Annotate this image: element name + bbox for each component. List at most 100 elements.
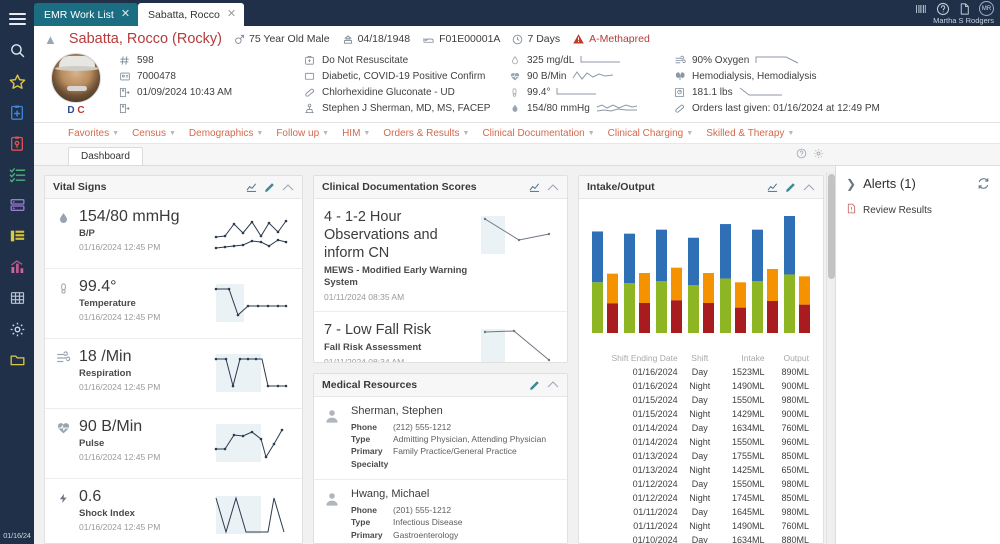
table-row[interactable]: 01/14/2024Night1550ML960ML: [589, 435, 813, 449]
settings-gear-icon[interactable]: [4, 316, 30, 342]
edit-pencil-icon[interactable]: [264, 181, 276, 193]
patient-treatment-column: 90% Oxygen Hemodialysis, Hemodialysis: [673, 53, 990, 116]
blood-drop-icon: [508, 103, 521, 114]
trend-chart-icon[interactable]: [528, 182, 541, 193]
server-rack-icon[interactable]: [4, 192, 30, 218]
trend-chart-icon[interactable]: [766, 182, 779, 193]
menu-item-demographics[interactable]: Demographics▼: [189, 128, 263, 139]
respiration-icon: [673, 55, 686, 66]
table-row[interactable]: 01/13/2024Day1755ML850ML: [589, 449, 813, 463]
search-icon[interactable]: [4, 37, 30, 63]
table-row[interactable]: 01/12/2024Day1550ML980ML: [589, 477, 813, 491]
trend-chart-icon[interactable]: [245, 182, 258, 193]
gear-icon[interactable]: [813, 148, 824, 159]
table-row[interactable]: 01/15/2024Day1550ML980ML: [589, 393, 813, 407]
patient-discharge-datetime: [118, 101, 293, 116]
table-row[interactable]: 01/11/2024Day1645ML980ML: [589, 505, 813, 519]
menu-item-follow-up[interactable]: Follow up▼: [276, 128, 329, 139]
table-row[interactable]: 01/16/2024Day1523ML890ML: [589, 365, 813, 379]
blood-drop-icon: [55, 208, 71, 226]
edit-pencil-icon[interactable]: [529, 379, 541, 391]
patient-dob: 04/18/1948: [342, 33, 411, 45]
vital-row-shock-index[interactable]: 0.6 Shock Index 01/16/2024 12:45 PM: [45, 479, 302, 544]
tab-patient-sabatta[interactable]: Sabatta, Rocco ✕: [138, 3, 244, 26]
grid-yellow-icon[interactable]: [4, 223, 30, 249]
table-row[interactable]: 01/11/2024Night1490ML760ML: [589, 519, 813, 533]
kidney-icon: [673, 71, 686, 82]
collapse-chevron-icon[interactable]: [547, 380, 559, 389]
edit-pencil-icon[interactable]: [785, 181, 797, 193]
cell-output: 960ML: [769, 435, 813, 449]
folder-icon[interactable]: [4, 347, 30, 373]
vital-row-pulse[interactable]: 90 B/Min Pulse 01/16/2024 12:45 PM: [45, 409, 302, 479]
page-title: Sabatta, Rocco (Rocky): [69, 31, 222, 47]
resource-name: Hwang, Michael: [351, 488, 557, 500]
help-icon[interactable]: [935, 1, 950, 16]
table-row[interactable]: 01/16/2024Night1490ML900ML: [589, 379, 813, 393]
refresh-icon[interactable]: [977, 177, 990, 190]
allergy-alert[interactable]: A-Methapred: [572, 33, 650, 45]
rail-date: 01/16/24: [0, 531, 34, 540]
table-row[interactable]: 01/13/2024Night1425ML650ML: [589, 463, 813, 477]
table-row[interactable]: 01/10/2024Day1634ML880ML: [589, 533, 813, 544]
help-icon[interactable]: [796, 148, 807, 159]
favorites-star-icon[interactable]: [4, 68, 30, 94]
menu-icon[interactable]: [4, 6, 30, 32]
menu-item-clinical-charging[interactable]: Clinical Charging▼: [608, 128, 694, 139]
fall-risk-trend-chart: [477, 321, 557, 363]
document-icon[interactable]: [957, 1, 972, 16]
collapse-chevron-icon[interactable]: [282, 183, 294, 192]
close-icon[interactable]: ✕: [121, 9, 130, 20]
pill-icon: [673, 103, 686, 114]
barcode-icon[interactable]: [913, 1, 928, 16]
cell-output: 900ML: [769, 379, 813, 393]
board-scrollbar[interactable]: [826, 172, 835, 544]
table-grid-icon[interactable]: [4, 285, 30, 311]
score-timestamp: 01/11/2024 08:34 AM: [324, 357, 471, 363]
resource-row-hwang[interactable]: Hwang, Michael Phone(201) 555-1212 TypeI…: [314, 480, 567, 544]
scrollbar-thumb[interactable]: [828, 174, 835, 279]
resource-row-sherman[interactable]: Sherman, Stephen Phone(212) 555-1212 Typ…: [314, 397, 567, 480]
score-row-mews[interactable]: 4 - 1-2 Hour Observations and inform CN …: [314, 199, 567, 312]
tab-emr-work-list[interactable]: EMR Work List ✕: [34, 3, 138, 26]
table-row[interactable]: 01/15/2024Night1429ML900ML: [589, 407, 813, 421]
vital-row-temperature[interactable]: 99.4° Temperature 01/16/2024 12:45 PM: [45, 269, 302, 339]
alert-review-results[interactable]: Review Results: [846, 202, 990, 218]
pulse-heart-icon: [55, 418, 71, 435]
collapse-chevron-icon[interactable]: [547, 183, 559, 192]
chevron-right-icon[interactable]: ❯: [846, 177, 856, 191]
collapse-chevron-icon[interactable]: [803, 183, 815, 192]
clipboard-medical-icon[interactable]: [4, 99, 30, 125]
chart-red-icon[interactable]: [4, 130, 30, 156]
cell-output: 850ML: [769, 449, 813, 463]
cell-date: 01/15/2024: [589, 407, 682, 421]
first-aid-icon: [303, 55, 316, 66]
menu-item-skilled-therapy[interactable]: Skilled & Therapy▼: [706, 128, 794, 139]
thermometer-icon: [508, 87, 521, 98]
table-row[interactable]: 01/14/2024Day1634ML760ML: [589, 421, 813, 435]
menu-item-orders-results[interactable]: Orders & Results▼: [383, 128, 469, 139]
vital-value: 18 /Min: [79, 348, 131, 365]
tab-dashboard[interactable]: Dashboard: [68, 147, 143, 165]
menu-item-census[interactable]: Census▼: [132, 128, 176, 139]
vital-value: 90 B/Min: [79, 418, 142, 435]
cell-date: 01/13/2024: [589, 463, 682, 477]
table-row[interactable]: 01/12/2024Night1745ML850ML: [589, 491, 813, 505]
cell-intake: 1523ML: [718, 365, 769, 379]
vital-value: 99.4°: [79, 278, 117, 295]
chevron-down-icon: ▼: [686, 130, 693, 137]
tab-label: Sabatta, Rocco: [148, 9, 220, 21]
task-list-icon[interactable]: [4, 161, 30, 187]
score-row-fall-risk[interactable]: 7 - Low Fall Risk Fall Risk Assessment 0…: [314, 312, 567, 363]
menu-item-clinical-documentation[interactable]: Clinical Documentation▼: [482, 128, 594, 139]
vital-row-respiration[interactable]: 18 /Min Respiration 01/16/2024 12:45 PM: [45, 339, 302, 409]
vital-row-bp[interactable]: 154/80 mmHg B/P 01/16/2024 12:45 PM: [45, 199, 302, 269]
menu-item-him[interactable]: HIM▼: [342, 128, 370, 139]
menu-item-favorites[interactable]: Favorites▼: [68, 128, 119, 139]
close-icon[interactable]: ✕: [227, 9, 236, 20]
bar-segment: [735, 282, 746, 307]
collapse-chevron-icon[interactable]: ▲: [44, 33, 57, 46]
avatar[interactable]: MR: [979, 1, 994, 16]
analytics-bar-icon[interactable]: [4, 254, 30, 280]
cell-intake: 1490ML: [718, 379, 769, 393]
